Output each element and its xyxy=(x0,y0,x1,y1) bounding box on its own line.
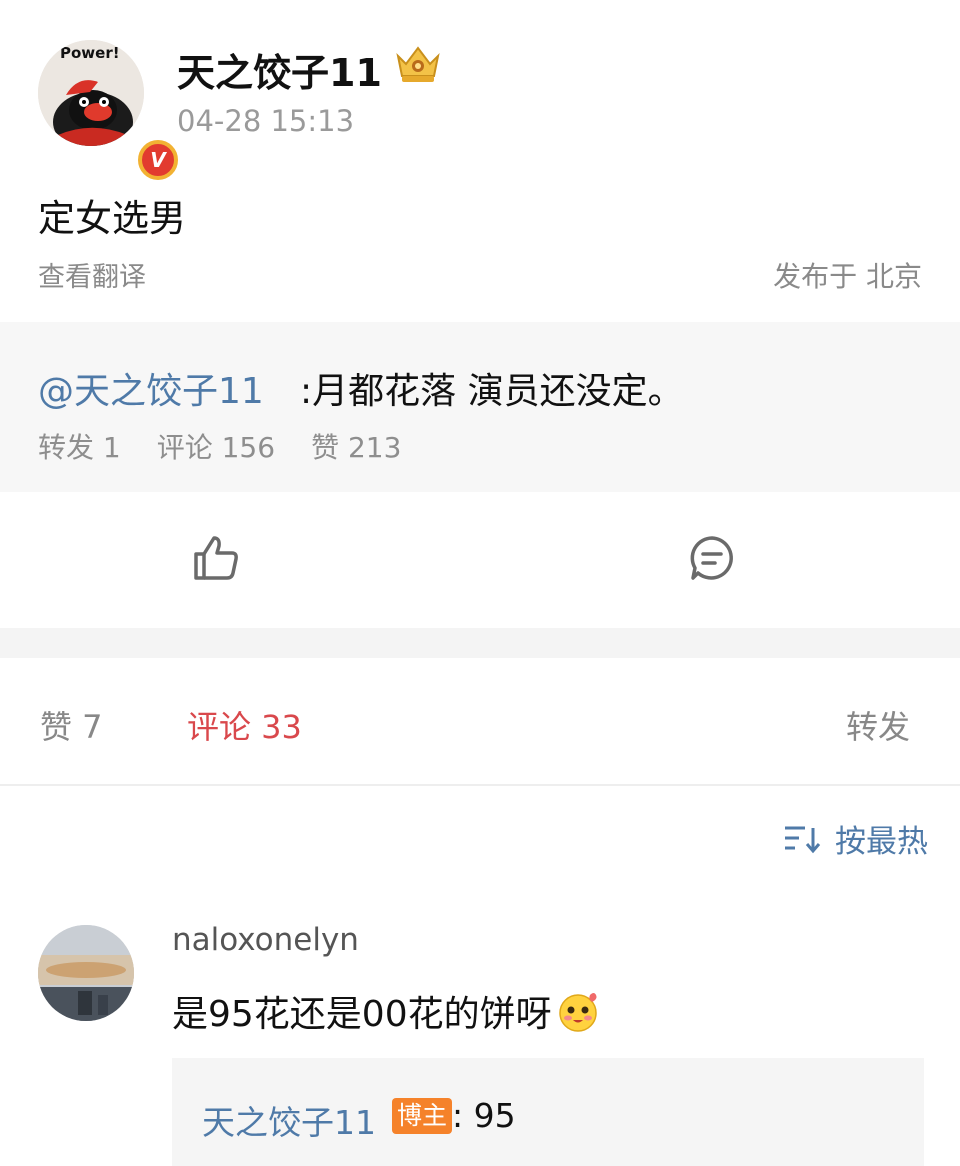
sort-label: 按最热 xyxy=(835,824,928,860)
author-badge: 博主 xyxy=(392,1098,453,1134)
reply-text: : 95 xyxy=(452,1096,516,1135)
tab-comments[interactable]: 评论 33 xyxy=(187,702,302,748)
translate-link[interactable]: 查看翻译 xyxy=(38,255,146,294)
comment-icon[interactable] xyxy=(688,534,736,582)
comment-body: 是95花还是00花的饼呀 xyxy=(172,994,552,1035)
crown-icon[interactable] xyxy=(392,42,444,86)
action-bar xyxy=(0,492,960,628)
quote-text: :月都花落 演员还没定。 xyxy=(300,371,684,412)
section-divider xyxy=(0,628,960,658)
reply-preview[interactable]: 天之饺子11 博主 : 95 xyxy=(172,1058,924,1166)
sort-icon xyxy=(785,826,821,853)
tab-likes[interactable]: 赞 7 xyxy=(40,702,103,748)
quote-stats: 转发 1 评论 156 赞 213 xyxy=(38,426,401,466)
author-avatar[interactable]: Power! V xyxy=(38,40,178,180)
commenter-name[interactable]: naloxonelyn xyxy=(172,922,359,958)
commenter-avatar[interactable] xyxy=(38,925,134,1021)
avatar-image: Power! xyxy=(38,40,144,146)
comment-text: 是95花还是00花的饼呀 xyxy=(172,985,600,1037)
quoted-post[interactable]: @天之饺子11 :月都花落 演员还没定。 转发 1 评论 156 赞 213 xyxy=(0,322,960,492)
blushing-emoji-icon xyxy=(558,993,597,1032)
sort-button[interactable]: 按最热 xyxy=(783,816,928,861)
quote-repost-count: 转发 1 xyxy=(38,431,121,464)
avatar-caption: Power! xyxy=(60,44,120,62)
post-location: 发布于 北京 xyxy=(773,260,922,293)
verified-badge: V xyxy=(138,140,178,180)
thumbs-up-icon[interactable] xyxy=(190,532,242,584)
tabs-divider xyxy=(0,784,960,786)
reply-author[interactable]: 天之饺子11 xyxy=(202,1096,376,1144)
tab-reposts[interactable]: 转发 xyxy=(846,702,910,748)
interaction-tabs: 赞 7 评论 33 转发 xyxy=(0,658,960,784)
quote-like-count: 赞 213 xyxy=(311,431,402,464)
post-text: 定女选男 xyxy=(38,197,186,240)
post-header: Power! V 天之饺子11 04-28 15:13 xyxy=(0,0,960,180)
post-timestamp: 04-28 15:13 xyxy=(177,104,355,138)
quote-comment-count: 评论 156 xyxy=(156,431,276,464)
quote-mention[interactable]: @天之饺子11 xyxy=(38,362,264,414)
sunset-avatar-icon xyxy=(38,925,134,1021)
author-name[interactable]: 天之饺子11 xyxy=(177,42,382,97)
